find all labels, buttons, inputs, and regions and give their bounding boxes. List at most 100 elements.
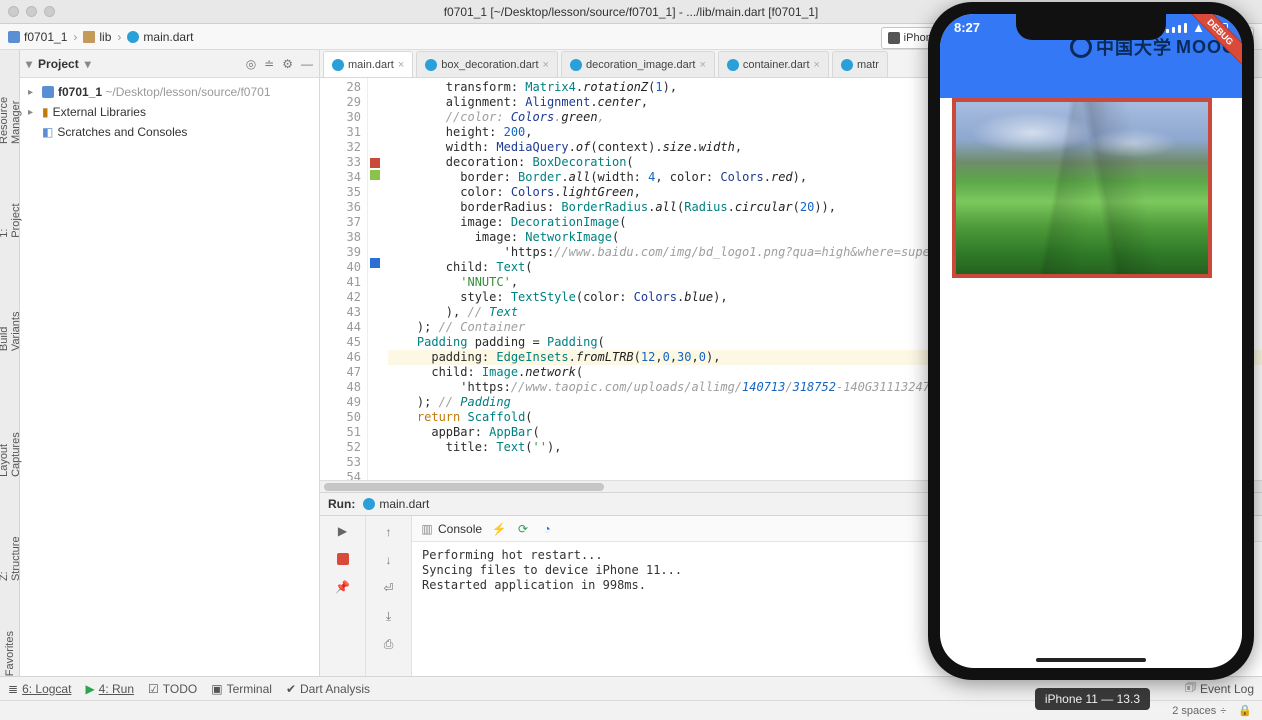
target-icon[interactable]: ◎ bbox=[246, 57, 256, 71]
dart-file-icon bbox=[570, 59, 582, 71]
settings-icon[interactable]: ⚙ bbox=[282, 57, 293, 71]
breadcrumb-file[interactable]: main.dart bbox=[127, 30, 193, 44]
expand-icon[interactable]: ▸ bbox=[28, 87, 38, 98]
rail-project[interactable]: 1: Project bbox=[0, 194, 22, 238]
close-icon[interactable]: × bbox=[699, 59, 705, 71]
indent-status[interactable]: 2 spaces ÷ bbox=[1172, 705, 1226, 717]
breadcrumb-separator-icon bbox=[115, 30, 123, 44]
bottom-tab-label: Dart Analysis bbox=[300, 682, 370, 696]
rail-structure[interactable]: Z: Structure bbox=[0, 527, 22, 581]
close-icon[interactable]: × bbox=[543, 59, 549, 71]
home-indicator[interactable] bbox=[1036, 658, 1146, 662]
breadcrumb-separator-icon bbox=[71, 30, 79, 44]
rail-build-variants[interactable]: Build Variants bbox=[0, 288, 22, 351]
tab-label: main.dart bbox=[348, 59, 394, 71]
dropdown-icon[interactable]: ▾ bbox=[26, 57, 32, 71]
stop-icon bbox=[337, 553, 349, 565]
tree-root-path: ~/Desktop/lesson/source/f0701 bbox=[105, 85, 270, 99]
console-actions-column: ↑ ↓ ⏎ ⤓ ⎙ bbox=[366, 516, 412, 676]
rerun-button[interactable]: ▶ bbox=[330, 520, 356, 542]
simulator-screen[interactable]: DEBUG 8:27 ▲ 中国大学MOOC bbox=[940, 14, 1242, 668]
bottom-tab-label: TODO bbox=[163, 682, 197, 696]
play-icon: ▶ bbox=[85, 682, 94, 696]
tab-decoration-image[interactable]: decoration_image.dart × bbox=[561, 51, 715, 77]
dart-file-icon bbox=[425, 59, 437, 71]
scrollbar-thumb[interactable] bbox=[324, 483, 604, 491]
tree-item-label: External Libraries bbox=[53, 105, 146, 119]
close-icon[interactable]: × bbox=[814, 59, 820, 71]
todo-tab[interactable]: ☑TODO bbox=[148, 682, 197, 696]
run-actions-column: ▶ 📌 bbox=[320, 516, 366, 676]
console-icon: ▥ bbox=[420, 522, 434, 536]
device-time: 8:27 bbox=[954, 20, 980, 35]
module-icon bbox=[42, 86, 54, 98]
terminal-icon: ▣ bbox=[211, 682, 222, 696]
dart-file-icon bbox=[727, 59, 739, 71]
run-header-label: Run: bbox=[328, 497, 355, 511]
tab-matrix[interactable]: matr bbox=[832, 51, 888, 77]
breadcrumb-project-label: f0701_1 bbox=[24, 30, 67, 44]
stop-button[interactable] bbox=[330, 548, 356, 570]
tab-container[interactable]: container.dart× bbox=[718, 51, 829, 77]
up-button[interactable]: ↑ bbox=[375, 520, 403, 544]
hot-reload-icon[interactable]: ⚡ bbox=[492, 522, 506, 536]
tab-box-decoration[interactable]: box_decoration.dart × bbox=[416, 51, 558, 77]
down-button[interactable]: ↓ bbox=[375, 548, 403, 572]
indent-label: 2 spaces bbox=[1172, 705, 1216, 717]
scroll-end-button[interactable]: ⤓ bbox=[375, 604, 403, 628]
devtools-icon[interactable]: ◔ bbox=[540, 522, 554, 536]
run-config-name: main.dart bbox=[379, 497, 429, 511]
run-tab[interactable]: ▶4: Run bbox=[85, 682, 134, 696]
print-button[interactable]: ⎙ bbox=[375, 632, 403, 656]
dart-file-icon bbox=[363, 498, 375, 510]
dart-analysis-tab[interactable]: ✔Dart Analysis bbox=[286, 682, 370, 696]
terminal-tab[interactable]: ▣ Terminal bbox=[211, 682, 272, 696]
chevron-down-icon[interactable]: ▾ bbox=[85, 57, 91, 71]
dart-file-icon bbox=[332, 59, 344, 71]
folder-icon bbox=[83, 31, 95, 43]
hot-restart-icon[interactable]: ⟳ bbox=[516, 522, 530, 536]
log-icon: 🗊 bbox=[1185, 678, 1196, 699]
collapse-icon[interactable]: ≐ bbox=[264, 57, 274, 71]
hide-icon[interactable]: — bbox=[301, 57, 313, 71]
debug-banner: DEBUG bbox=[1182, 14, 1242, 74]
tab-label: decoration_image.dart bbox=[586, 59, 695, 71]
project-panel-title[interactable]: Project bbox=[38, 57, 79, 71]
list-icon: ≣ bbox=[8, 682, 18, 696]
expand-icon[interactable]: ▸ bbox=[28, 107, 38, 118]
close-icon[interactable]: × bbox=[398, 59, 404, 71]
breadcrumb-folder-label: lib bbox=[99, 30, 111, 44]
console-tab[interactable]: ▥Console bbox=[420, 522, 482, 536]
tree-external-libraries[interactable]: ▸ ▮ External Libraries bbox=[24, 102, 315, 122]
line-number-gutter: 2829303132333435363738394041424344454647… bbox=[320, 78, 368, 480]
left-tool-rail: Resource Manager 1: Project Build Varian… bbox=[0, 50, 20, 676]
ios-simulator[interactable]: DEBUG 8:27 ▲ 中国大学MOOC bbox=[928, 2, 1254, 680]
tree-root-row[interactable]: ▸ f0701_1 ~/Desktop/lesson/source/f0701 bbox=[24, 82, 315, 102]
rail-favorites[interactable]: Favorites bbox=[4, 631, 16, 676]
phone-icon bbox=[888, 32, 900, 44]
device-notch bbox=[1016, 14, 1166, 40]
tree-scratches[interactable]: ▸ ◧ Scratches and Consoles bbox=[24, 122, 315, 142]
run-config-chip[interactable]: main.dart bbox=[363, 497, 429, 511]
breadcrumb-project[interactable]: f0701_1 bbox=[8, 30, 67, 44]
scratch-icon: ◧ bbox=[42, 125, 53, 139]
gutter-markers bbox=[368, 78, 382, 480]
soft-wrap-button[interactable]: ⏎ bbox=[375, 576, 403, 600]
rail-layout-captures[interactable]: Layout Captures bbox=[0, 401, 22, 477]
project-tool-window: ▾ Project ▾ ◎ ≐ ⚙ — ▸ f0701_1 ~/Desktop/… bbox=[20, 50, 320, 676]
rail-resource-manager[interactable]: Resource Manager bbox=[0, 56, 22, 144]
breadcrumb-file-label: main.dart bbox=[143, 30, 193, 44]
event-log-tab[interactable]: 🗊Event Log bbox=[1185, 678, 1254, 699]
project-panel-header: ▾ Project ▾ ◎ ≐ ⚙ — bbox=[20, 50, 319, 78]
bottom-tab-label: Terminal bbox=[227, 682, 272, 696]
tab-main[interactable]: main.dart × bbox=[323, 51, 413, 77]
tab-label: box_decoration.dart bbox=[441, 59, 538, 71]
module-icon bbox=[8, 31, 20, 43]
breadcrumb-folder[interactable]: lib bbox=[83, 30, 111, 44]
attach-button[interactable]: 📌 bbox=[330, 576, 356, 598]
project-tree[interactable]: ▸ f0701_1 ~/Desktop/lesson/source/f0701 … bbox=[20, 78, 319, 676]
dart-file-icon bbox=[841, 59, 853, 71]
lock-icon[interactable]: 🔒 bbox=[1238, 704, 1252, 717]
dart-file-icon bbox=[127, 31, 139, 43]
logcat-tab[interactable]: ≣6: Logcat bbox=[8, 682, 71, 696]
